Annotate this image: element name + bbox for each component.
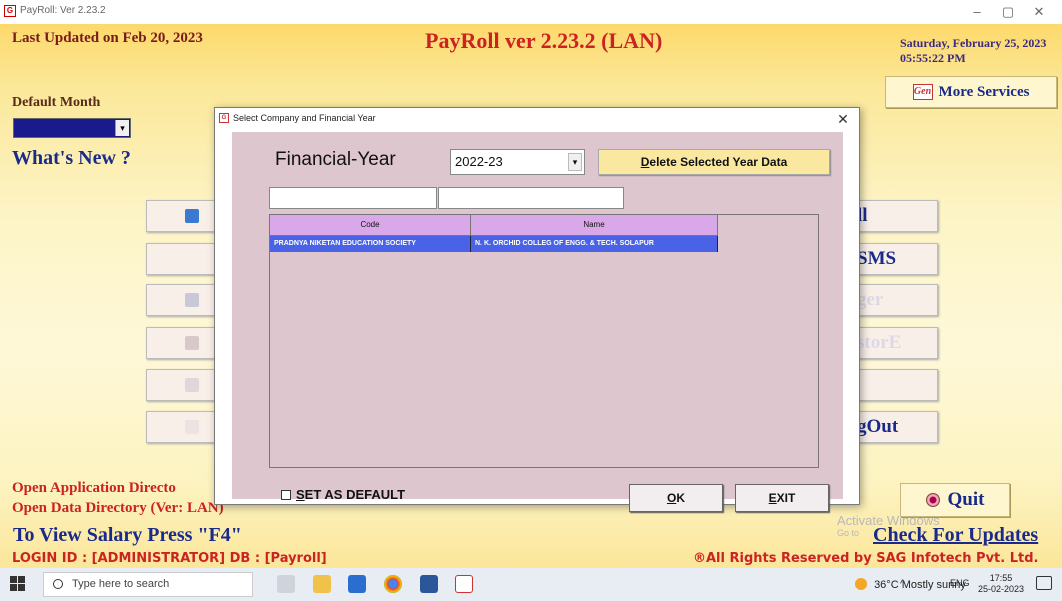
financial-year-label: Financial-Year	[275, 149, 396, 170]
financial-year-value: 2022-23	[455, 154, 503, 169]
chevron-down-icon: ▾	[115, 120, 129, 136]
tray-expand-icon[interactable]: ^	[900, 578, 905, 590]
clock-date: 25-02-2023	[978, 584, 1025, 594]
dialog-app-icon: G	[219, 113, 229, 123]
code-filter-input[interactable]	[269, 187, 437, 209]
quit-button[interactable]: Quit	[900, 483, 1010, 517]
ok-accel-key: O	[666, 491, 677, 505]
dialog-body: Financial-Year 2022-23 ▾ Delete Selected…	[232, 132, 843, 512]
blank-menu-button[interactable]	[850, 369, 938, 401]
copyright-text: ®All Rights Reserved by SAG Infotech Pvt…	[693, 551, 1039, 566]
file-explorer-icon[interactable]	[313, 575, 331, 593]
checkbox-box[interactable]	[281, 489, 291, 500]
chevron-down-icon: ▾	[568, 153, 582, 171]
payroll-taskbar-icon[interactable]	[455, 575, 473, 593]
search-placeholder: Type here to search	[72, 578, 170, 590]
login-info: LOGIN ID : [ADMINISTRATOR] DB : [Payroll…	[12, 551, 327, 566]
store-icon[interactable]	[348, 575, 366, 593]
dialog-title: Select Company and Financial Year	[233, 113, 376, 123]
default-month-label: Default Month	[12, 95, 101, 110]
task-view-icon[interactable]	[277, 575, 295, 593]
book-icon	[185, 209, 199, 223]
set-default-accel-key: S	[296, 487, 305, 502]
set-as-default-checkbox[interactable]: SET AS DEFAULT	[281, 487, 405, 502]
grid-header-code[interactable]: Code	[270, 215, 471, 236]
company-grid[interactable]: Code Name PRADNYA NIKETAN EDUCATION SOCI…	[269, 214, 819, 468]
chrome-icon[interactable]	[384, 575, 402, 593]
open-app-directory-link[interactable]: Open Application Directo	[12, 480, 176, 497]
current-time: 05:55:22 PM	[900, 51, 966, 65]
maximize-button[interactable]: ▢	[993, 2, 1023, 22]
payroll-menu-button[interactable]: ll	[850, 200, 938, 232]
exit-button[interactable]: EXIT	[735, 484, 829, 512]
check-for-updates-link[interactable]: Check For Updates	[873, 524, 1038, 547]
select-company-dialog: G Select Company and Financial Year ✕ Fi…	[214, 107, 860, 512]
set-default-label: ET AS DEFAULT	[304, 487, 406, 502]
settings-icon	[185, 378, 199, 392]
word-icon[interactable]	[420, 575, 438, 593]
tools-icon	[185, 293, 199, 307]
quit-label: Quit	[947, 489, 985, 510]
more-services-label: More Services	[938, 83, 1030, 100]
dialog-titlebar: G Select Company and Financial Year ✕	[215, 108, 859, 130]
grid-cell-code[interactable]: PRADNYA NIKETAN EDUCATION SOCIETY	[270, 236, 471, 252]
default-month-select[interactable]: ▾	[13, 118, 131, 138]
logout-menu-button[interactable]: gOut	[850, 411, 938, 443]
sun-icon	[855, 578, 867, 590]
current-date: Saturday, February 25, 2023	[900, 36, 1047, 50]
window-title: PayRoll: Ver 2.23.2	[20, 5, 106, 16]
help-icon	[185, 336, 199, 350]
grid-header-name[interactable]: Name	[471, 215, 718, 236]
grid-cell-name[interactable]: N. K. ORCHID COLLEG OF ENGG. & TECH. SOL…	[471, 236, 718, 252]
window-titlebar: G PayRoll: Ver 2.23.2 – ▢ ✕	[0, 0, 1062, 24]
language-indicator[interactable]: ENG	[950, 578, 970, 588]
close-button[interactable]: ✕	[1024, 2, 1054, 22]
gen-logo-icon: Gen	[912, 84, 933, 100]
activate-windows-subtext: Go to	[837, 528, 860, 538]
ok-label: K	[676, 491, 685, 505]
minimize-button[interactable]: –	[962, 2, 992, 22]
delete-button-label: elete Selected Year Data	[649, 155, 788, 169]
app-icon: G	[4, 5, 16, 17]
exit-accel-key: E	[768, 491, 777, 505]
dialog-close-button[interactable]: ✕	[833, 110, 853, 128]
taskbar-search-input[interactable]: Type here to search	[43, 572, 253, 597]
view-salary-hint: To View Salary Press "F4"	[13, 524, 242, 546]
restore-menu-button[interactable]: storE	[850, 327, 938, 359]
app-title: PayRoll ver 2.23.2 (LAN)	[425, 28, 663, 53]
clock-time: 17:55	[989, 573, 1013, 583]
manager-menu-button[interactable]: ger	[850, 284, 938, 316]
financial-year-select[interactable]: 2022-23 ▾	[450, 149, 585, 175]
more-services-button[interactable]: Gen More Services	[885, 76, 1057, 108]
sms-menu-button[interactable]: SMS	[850, 243, 938, 275]
exit-label: XIT	[776, 491, 796, 505]
open-data-directory-link[interactable]: Open Data Directory (Ver: LAN)	[12, 500, 224, 517]
delete-year-data-button[interactable]: Delete Selected Year Data	[598, 149, 830, 175]
info-icon	[185, 420, 199, 434]
windows-taskbar: Type here to search 36°C Mostly sunny ^ …	[0, 568, 1062, 601]
windows-start-icon[interactable]	[10, 576, 26, 592]
last-updated-text: Last Updated on Feb 20, 2023	[12, 30, 203, 46]
name-filter-input[interactable]	[438, 187, 624, 209]
notification-icon[interactable]	[1036, 576, 1052, 590]
taskbar-clock[interactable]: 17:55 25-02-2023	[978, 573, 1024, 595]
whats-new-link[interactable]: What's New ?	[12, 147, 131, 170]
ok-button[interactable]: OK	[629, 484, 723, 512]
search-icon	[53, 579, 63, 589]
power-icon	[925, 493, 940, 507]
